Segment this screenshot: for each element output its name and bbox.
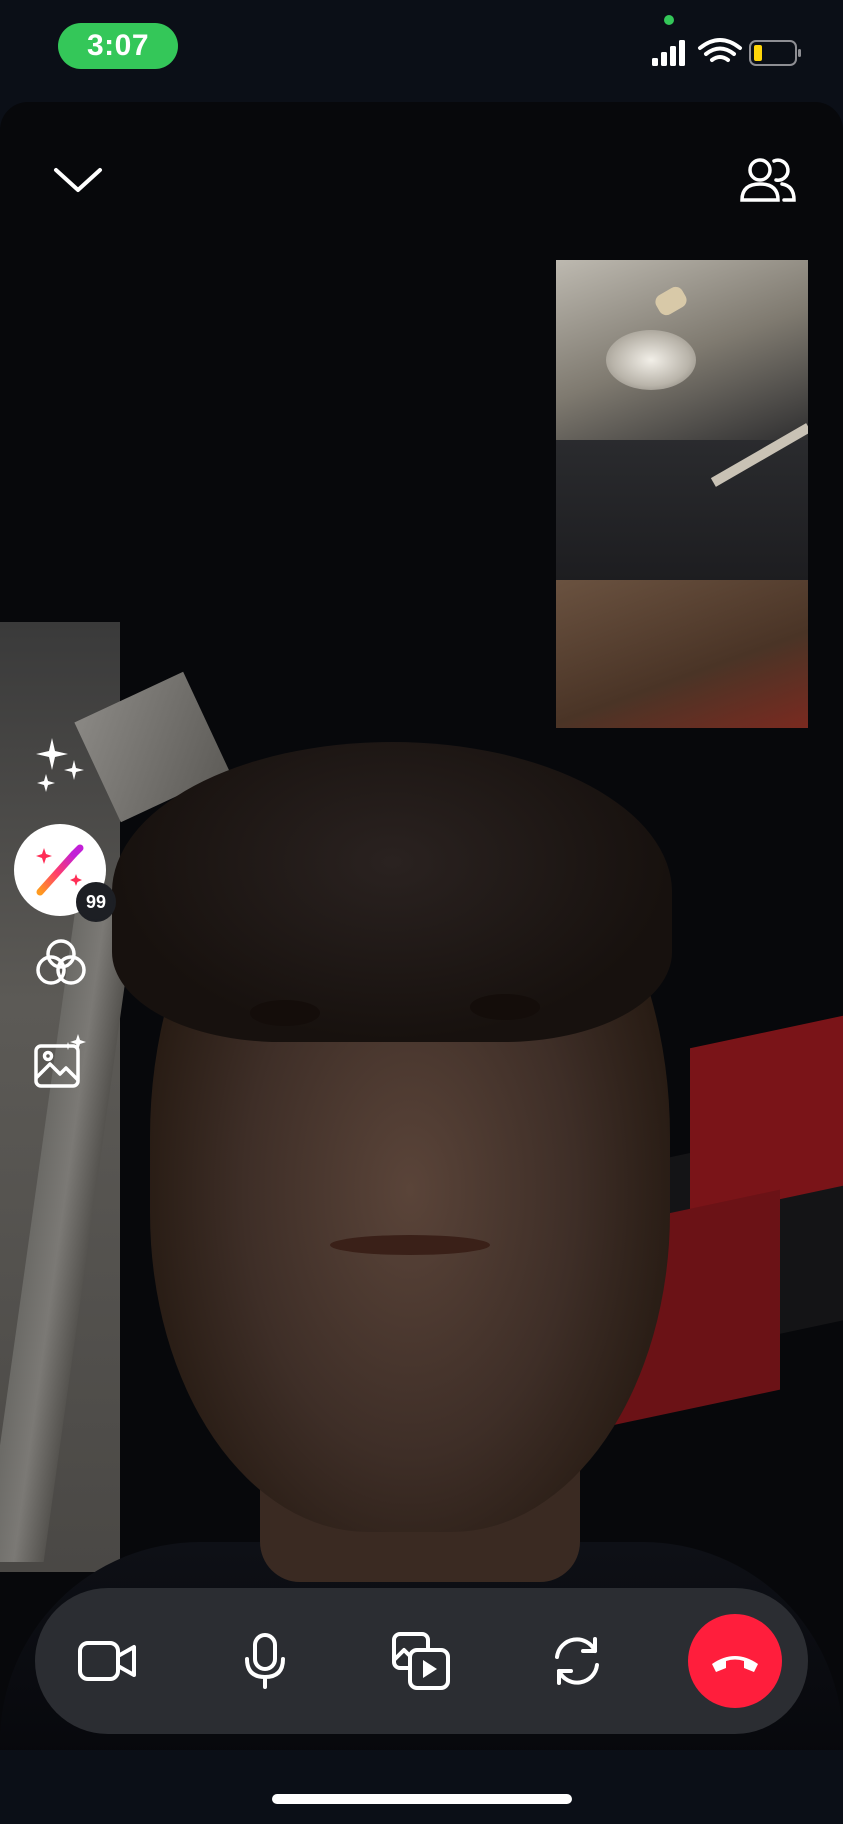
person-mouth <box>330 1235 490 1255</box>
flip-camera-icon <box>555 1637 599 1685</box>
self-view-ceiling <box>556 440 808 580</box>
video-camera-icon <box>78 1641 136 1681</box>
self-view-video[interactable] <box>556 260 808 728</box>
wifi-icon <box>698 38 742 62</box>
status-bar: 3:07 <box>0 0 843 100</box>
person-eye-right <box>470 994 540 1020</box>
battery-icon <box>749 40 801 66</box>
collapse-call-button[interactable] <box>48 150 108 210</box>
microphone-icon <box>245 1633 285 1689</box>
end-call-button[interactable] <box>688 1614 782 1708</box>
participants-button[interactable] <box>734 150 798 210</box>
status-time[interactable]: 3:07 <box>58 23 178 69</box>
toggle-mic-button[interactable] <box>220 1616 310 1706</box>
person-hair <box>112 742 672 1042</box>
effects-count-badge: 99 <box>76 882 116 922</box>
share-media-button[interactable] <box>376 1616 466 1706</box>
status-icons <box>652 38 801 66</box>
end-call-icon <box>712 1656 758 1672</box>
self-view-bottom <box>556 580 808 728</box>
participants-icon <box>740 158 796 202</box>
home-indicator[interactable] <box>272 1794 572 1804</box>
toggle-video-button[interactable] <box>63 1616 153 1706</box>
home-indicator-area <box>0 1750 843 1824</box>
flip-camera-button[interactable] <box>532 1616 622 1706</box>
effects-button[interactable] <box>32 736 88 792</box>
filters-icon <box>36 939 86 985</box>
camera-in-use-indicator <box>664 15 674 25</box>
gallery-icon <box>34 1034 86 1088</box>
self-view-lamp <box>652 283 690 319</box>
person-eye-left <box>250 1000 320 1026</box>
gallery-button[interactable] <box>32 1034 88 1090</box>
filters-button[interactable] <box>34 936 88 990</box>
sparkle-icon <box>36 738 84 792</box>
self-view-light <box>606 330 696 390</box>
acoustic-foam-panel-red <box>690 1015 843 1219</box>
media-share-icon <box>392 1632 450 1690</box>
chevron-down-icon <box>54 168 102 192</box>
cellular-signal-icon <box>652 40 685 66</box>
